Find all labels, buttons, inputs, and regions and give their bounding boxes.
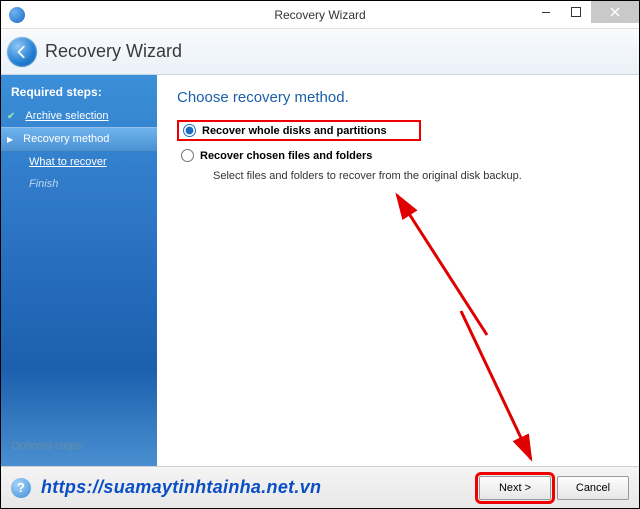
- radio-whole-disks[interactable]: [183, 124, 196, 137]
- titlebar: Recovery Wizard: [1, 1, 639, 29]
- close-button[interactable]: [591, 1, 639, 23]
- window-controls: [531, 1, 639, 23]
- sidebar-item-archive-selection[interactable]: Archive selection: [1, 105, 157, 127]
- sidebar-heading: Required steps:: [1, 81, 157, 105]
- option-description: Select files and folders to recover from…: [213, 170, 619, 182]
- watermark-url: https://suamaytinhtainha.net.vn: [41, 477, 321, 498]
- sidebar-item-recovery-method[interactable]: Recovery method: [1, 127, 157, 151]
- next-button[interactable]: Next >: [479, 476, 551, 500]
- option-label: Recover chosen files and folders: [200, 150, 372, 162]
- back-button[interactable]: [7, 37, 37, 67]
- main-content: Choose recovery method. Recover whole di…: [157, 75, 639, 466]
- page-title: Recovery Wizard: [45, 41, 182, 62]
- window-title: Recovery Wizard: [274, 8, 365, 22]
- sidebar-item-label: Recovery method: [23, 133, 109, 145]
- sidebar-item-label[interactable]: What to recover: [29, 156, 107, 168]
- option-label: Recover whole disks and partitions: [202, 125, 387, 137]
- sidebar-item-label[interactable]: Archive selection: [25, 110, 108, 122]
- header-banner: Recovery Wizard: [1, 29, 639, 75]
- option-recover-whole-disks[interactable]: Recover whole disks and partitions: [177, 120, 421, 141]
- sidebar: Required steps: Archive selection Recove…: [1, 75, 157, 466]
- sidebar-item-label: Finish: [29, 178, 58, 190]
- button-label: Next >: [499, 482, 531, 494]
- sidebar-item-finish: Finish: [1, 173, 157, 195]
- minimize-button[interactable]: [531, 1, 561, 23]
- maximize-button[interactable]: [561, 1, 591, 23]
- sidebar-optional-heading: Optional steps:: [1, 434, 94, 458]
- sidebar-item-what-to-recover[interactable]: What to recover: [1, 151, 157, 173]
- button-label: Cancel: [576, 482, 610, 494]
- main-heading: Choose recovery method.: [177, 89, 619, 106]
- help-icon[interactable]: ?: [11, 478, 31, 498]
- option-recover-files[interactable]: Recover chosen files and folders: [177, 147, 619, 164]
- app-icon: [9, 7, 25, 23]
- radio-chosen-files[interactable]: [181, 149, 194, 162]
- cancel-button[interactable]: Cancel: [557, 476, 629, 500]
- footer-bar: ? https://suamaytinhtainha.net.vn Next >…: [1, 466, 639, 508]
